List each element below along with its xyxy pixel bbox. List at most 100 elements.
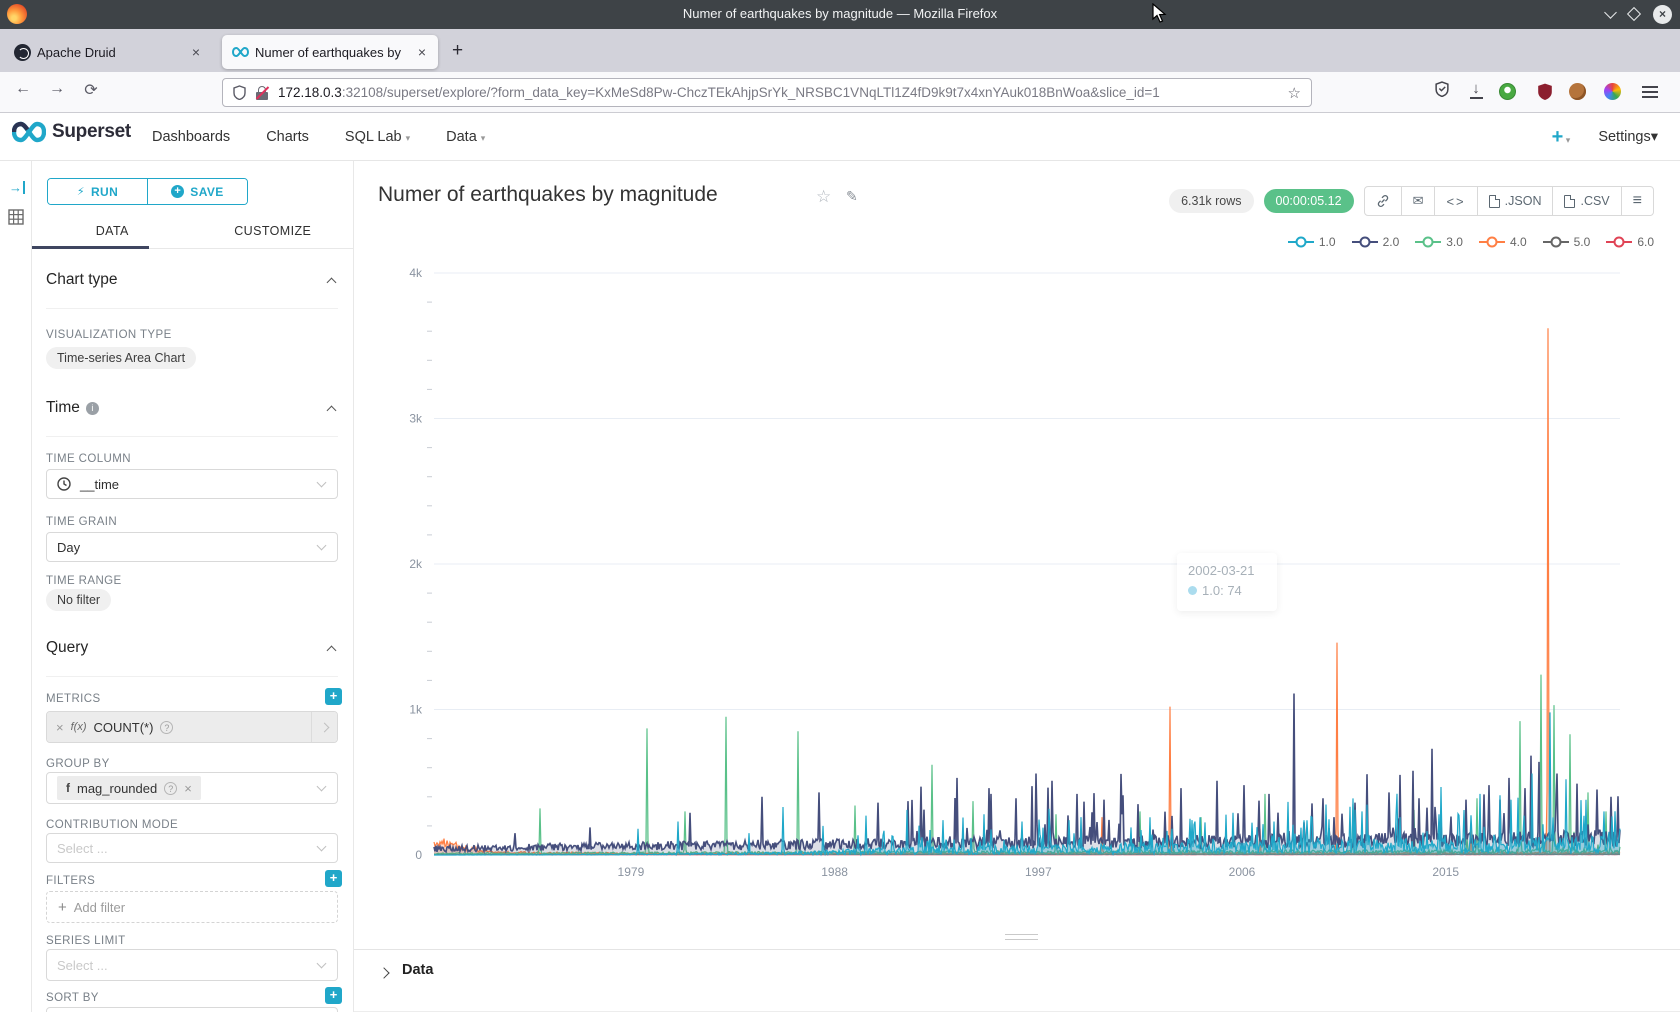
new-tab-button[interactable]: + <box>452 40 463 62</box>
colorful-extension-icon[interactable] <box>1604 83 1628 100</box>
legend-item[interactable]: 2.0 <box>1352 235 1400 249</box>
embed-code-button[interactable]: <> <box>1435 187 1477 215</box>
back-button[interactable]: ← <box>10 80 36 98</box>
copy-link-button[interactable] <box>1365 187 1402 215</box>
browser-toolbar: ← → ⟳ 172.18.0.3 :32108/superset/explore… <box>0 72 1680 113</box>
remove-metric-icon[interactable]: × <box>56 720 64 735</box>
data-panel-title[interactable]: Data <box>402 962 433 978</box>
remove-column-icon[interactable]: × <box>184 781 192 796</box>
tab-title: Apache Druid <box>37 45 184 60</box>
plus-icon: + <box>58 899 67 916</box>
tab-data[interactable]: DATA <box>32 216 193 248</box>
metric-help-icon[interactable]: ? <box>160 721 173 734</box>
panel-resize-handle[interactable] <box>1005 934 1038 944</box>
time-column-label: TIME COLUMN <box>46 453 131 465</box>
metric-expand-arrow[interactable] <box>311 712 337 742</box>
contribution-mode-select[interactable]: Select ... <box>46 833 338 863</box>
info-icon: i <box>86 402 99 415</box>
tracking-shield-icon[interactable] <box>233 85 246 100</box>
tab-close-icon[interactable]: × <box>190 44 202 60</box>
series-dot-icon <box>1188 586 1197 595</box>
legend-label: 5.0 <box>1574 235 1591 249</box>
url-bar[interactable]: 172.18.0.3 :32108/superset/explore/?form… <box>222 78 1312 107</box>
ublock-icon[interactable] <box>1533 83 1557 104</box>
sort-by-select[interactable] <box>46 1007 338 1012</box>
svg-text:4k: 4k <box>409 266 423 280</box>
tab-superset-explore[interactable]: Numer of earthquakes by × <box>222 35 438 69</box>
add-metric-button[interactable]: + <box>325 688 342 705</box>
save-plus-icon: + <box>171 185 184 198</box>
edit-properties-icon[interactable]: ✎ <box>846 188 858 205</box>
new-item-button[interactable]: + ▾ <box>1552 126 1571 149</box>
favorite-star-icon[interactable]: ☆ <box>816 187 831 207</box>
bookmark-star-icon[interactable]: ☆ <box>1288 84 1301 102</box>
window-close-icon[interactable]: × <box>1653 5 1672 24</box>
menu-hamburger-icon[interactable] <box>1642 83 1666 88</box>
mouse-cursor <box>1152 3 1168 25</box>
email-button[interactable]: ✉ <box>1402 187 1436 215</box>
chart-menu-button[interactable]: ≡ <box>1622 187 1653 215</box>
add-filter-plus-button[interactable]: + <box>325 870 342 887</box>
column-help-icon[interactable]: ? <box>164 782 177 795</box>
forward-button[interactable]: → <box>44 80 70 98</box>
legend-label: 3.0 <box>1446 235 1463 249</box>
chevron-up-icon[interactable] <box>327 406 337 416</box>
svg-text:2k: 2k <box>409 557 423 571</box>
dataset-grid-icon[interactable] <box>8 209 24 225</box>
control-panel: ⚡ RUN + SAVE DATA CUSTOMIZE Chart type V… <box>32 161 354 1012</box>
nav-dashboards[interactable]: Dashboards <box>152 129 230 145</box>
legend-item[interactable]: 6.0 <box>1606 235 1654 249</box>
window-maximize-icon[interactable] <box>1627 7 1641 21</box>
nav-data[interactable]: Data▾ <box>446 129 485 145</box>
run-button[interactable]: ⚡ RUN <box>48 179 148 204</box>
tab-apache-druid[interactable]: Apache Druid × <box>4 35 212 69</box>
export-json-button[interactable]: .JSON <box>1478 187 1554 215</box>
expand-data-icon[interactable] <box>378 967 389 978</box>
superset-logo[interactable]: Superset <box>12 121 131 143</box>
section-time[interactable]: Timei <box>46 399 99 417</box>
section-query[interactable]: Query <box>46 639 88 657</box>
chevron-down-icon <box>317 478 327 488</box>
tab-customize[interactable]: CUSTOMIZE <box>193 216 354 248</box>
time-grain-select[interactable]: Day <box>46 532 338 562</box>
filters-label: FILTERS <box>46 875 95 887</box>
cookie-icon[interactable] <box>1569 83 1593 100</box>
nav-sql-lab[interactable]: SQL Lab▾ <box>345 129 410 145</box>
bolt-icon: ⚡ <box>77 185 85 198</box>
window-minimize-icon[interactable] <box>1604 6 1617 19</box>
metric-item[interactable]: × f(x) COUNT(*) ? <box>46 711 338 743</box>
settings-menu[interactable]: Settings▾ <box>1598 129 1658 145</box>
add-sort-by-button[interactable]: + <box>325 987 342 1004</box>
pocket-shield-icon[interactable] <box>1430 81 1454 101</box>
nav-charts[interactable]: Charts <box>266 129 309 145</box>
legend-marker-icon <box>1543 236 1569 248</box>
legend-marker-icon <box>1606 236 1632 248</box>
time-range-pill[interactable]: No filter <box>46 589 111 611</box>
timeseries-area-chart[interactable]: 01k2k3k4k19791988199720062015 <box>354 252 1680 912</box>
time-column-select[interactable]: __time <box>46 469 338 499</box>
legend-item[interactable]: 3.0 <box>1415 235 1463 249</box>
legend-item[interactable]: 4.0 <box>1479 235 1527 249</box>
browser-tabbar: Apache Druid × Numer of earthquakes by ×… <box>0 29 1680 72</box>
downloads-icon[interactable]: ↓ <box>1464 80 1488 99</box>
legend-item[interactable]: 1.0 <box>1288 235 1336 249</box>
export-csv-button[interactable]: .CSV <box>1553 187 1621 215</box>
chevron-up-icon[interactable] <box>327 646 337 656</box>
tab-close-icon[interactable]: × <box>416 44 428 60</box>
svg-text:2006: 2006 <box>1229 865 1256 879</box>
section-chart-type[interactable]: Chart type <box>46 271 118 289</box>
save-button[interactable]: + SAVE <box>148 179 247 204</box>
chevron-up-icon[interactable] <box>327 278 337 288</box>
add-filter-dropzone[interactable]: + Add filter <box>46 891 338 923</box>
series-limit-select[interactable]: Select ... <box>46 949 338 981</box>
insecure-lock-icon[interactable] <box>256 86 268 100</box>
svg-text:1997: 1997 <box>1025 865 1052 879</box>
group-by-chip[interactable]: f mag_rounded ? × <box>57 776 201 800</box>
expand-panel-icon[interactable]: → <box>9 181 25 194</box>
caret-down-icon: ▾ <box>1563 135 1570 145</box>
group-by-select[interactable]: f mag_rounded ? × <box>46 772 338 804</box>
legend-item[interactable]: 5.0 <box>1543 235 1591 249</box>
privacy-badger-icon[interactable] <box>1499 83 1523 100</box>
viz-type-pill[interactable]: Time-series Area Chart <box>46 347 196 369</box>
reload-button[interactable]: ⟳ <box>78 80 104 100</box>
